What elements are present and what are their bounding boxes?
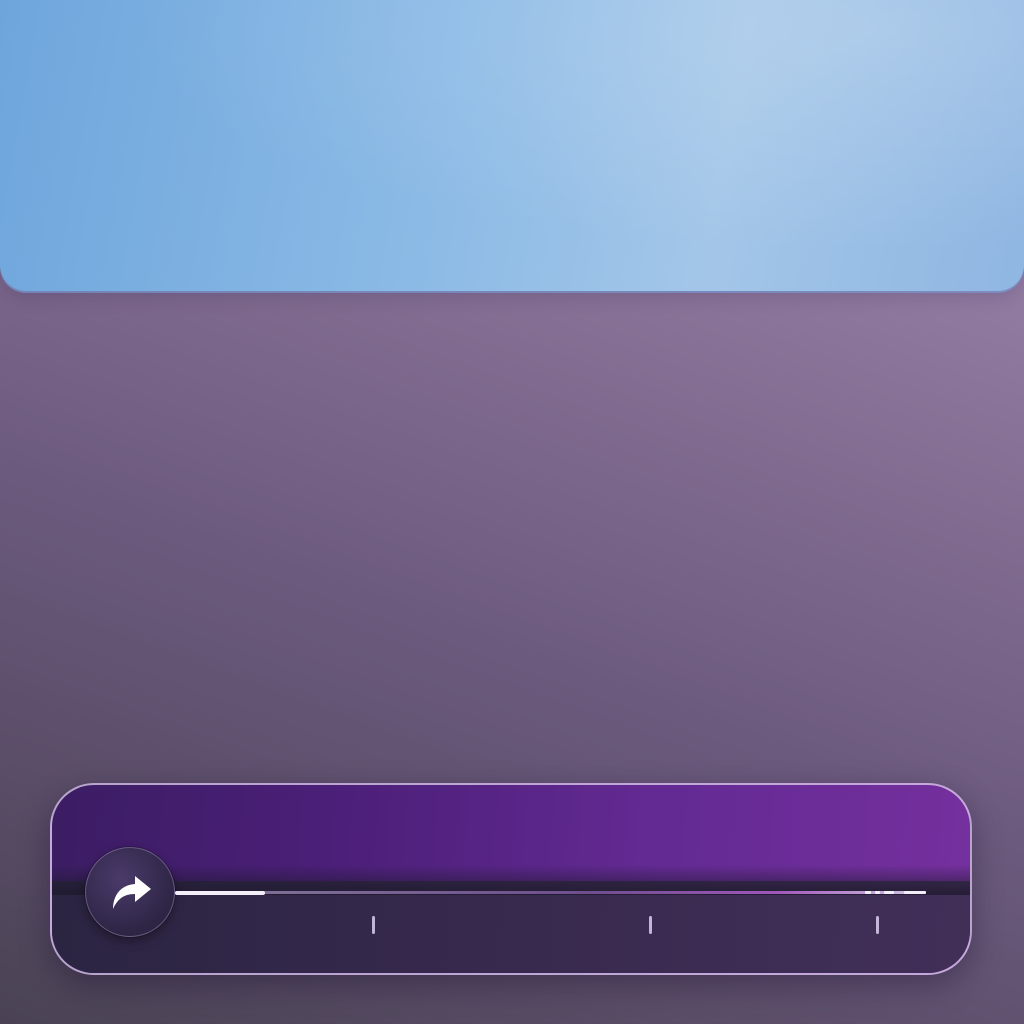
progress-marker[interactable] [876,916,879,934]
progress-played [175,890,265,895]
share-button[interactable] [85,847,175,937]
progress-track-rail [175,891,926,894]
progress-marker[interactable] [372,916,375,934]
progress-track[interactable] [175,890,926,895]
player-bar [50,783,972,975]
screen [0,0,1024,1024]
share-arrow-icon [113,876,151,909]
progress-marker[interactable] [649,916,652,934]
progress-segment [884,891,894,894]
top-panel [0,0,1024,291]
progress-segment [865,891,871,894]
progress-segment [875,891,880,894]
progress-segment [904,891,926,894]
